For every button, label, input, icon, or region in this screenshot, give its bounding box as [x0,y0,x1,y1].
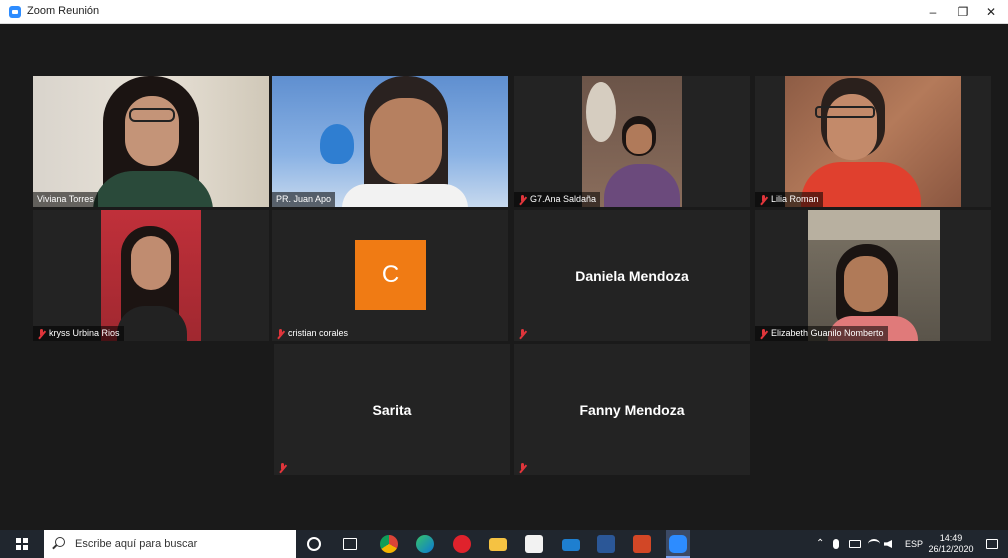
muted-microphone-icon [759,328,768,339]
zoom-taskbar-button[interactable] [666,530,690,558]
name-tag: kryss Urbina Rios [33,326,124,341]
edge-icon[interactable] [416,535,434,553]
name-tag: cristian corales [272,326,352,341]
taskbar: Escribe aquí para buscar ⌃ ESP 14:49 26/… [0,530,1008,558]
wifi-icon[interactable] [868,539,880,549]
clock-date: 26/12/2020 [928,544,974,554]
gallery-view: Viviana Torres PR. Juan Apo G7.Ana Salda… [0,24,1008,530]
opera-icon[interactable] [453,535,471,553]
participant-tile-lilia[interactable]: Lilia Roman [755,76,991,207]
participant-name: kryss Urbina Rios [49,328,120,338]
name-tag [514,460,531,475]
muted-microphone-icon [518,328,527,339]
name-tag [514,326,531,341]
participant-video [808,210,940,341]
muted-microphone-icon [759,194,768,205]
participant-tile-daniela[interactable]: Daniela Mendoza [514,210,750,341]
search-icon [55,537,65,547]
participant-video [272,76,508,207]
participant-display-name: Sarita [372,402,412,418]
file-explorer-icon[interactable] [489,538,507,551]
search-placeholder: Escribe aquí para buscar [75,538,198,550]
participant-name: Viviana Torres [37,194,94,204]
muted-microphone-icon [276,328,285,339]
title-bar: Zoom Reunión – ❐ ✕ [0,0,1008,24]
muted-microphone-icon [37,328,46,339]
microphone-icon[interactable] [833,539,839,549]
name-tag: Elizabeth Guanilo Nomberto [755,326,888,341]
participant-tile-kryss[interactable]: kryss Urbina Rios [33,210,269,341]
chrome-icon[interactable] [380,535,398,553]
muted-microphone-icon [518,462,527,473]
participant-tile-elizabeth[interactable]: Elizabeth Guanilo Nomberto [755,210,991,341]
name-tag [274,460,291,475]
name-tag: PR. Juan Apo [272,192,336,207]
window-title: Zoom Reunión [27,5,100,17]
zoom-icon [669,535,687,553]
word-icon[interactable] [597,535,615,553]
participant-tile-ana[interactable]: G7.Ana Saldaña [514,76,750,207]
powerpoint-icon[interactable] [633,535,651,553]
muted-microphone-icon [518,194,527,205]
participant-video [582,76,682,207]
taskbar-search[interactable]: Escribe aquí para buscar [44,530,296,558]
muted-microphone-icon [278,462,287,473]
participant-name: cristian corales [288,328,349,338]
participant-display-name: Fanny Mendoza [579,402,685,418]
show-hidden-icons-chevron-up-icon[interactable]: ⌃ [816,530,824,558]
volume-icon[interactable] [884,540,892,548]
name-tag: Lilia Roman [755,192,823,207]
participant-tile-juan[interactable]: PR. Juan Apo [272,76,508,207]
task-view-icon[interactable] [343,538,357,550]
start-button[interactable] [0,530,44,558]
participant-avatar: C [355,240,426,310]
participant-tile-fanny[interactable]: Fanny Mendoza [514,344,750,475]
store-icon[interactable] [525,535,543,553]
input-language[interactable]: ESP [905,530,923,558]
clock-time: 14:49 [939,533,963,543]
cortana-icon[interactable] [307,537,321,551]
maximize-button[interactable]: ❐ [948,2,978,22]
participant-tile-viviana[interactable]: Viviana Torres [33,76,269,207]
participant-display-name: Daniela Mendoza [575,268,689,284]
participant-name: PR. Juan Apo [276,194,332,204]
participant-tile-sarita[interactable]: Sarita [274,344,510,475]
minimize-button[interactable]: – [918,2,948,22]
participant-name: Lilia Roman [771,194,819,204]
participant-video [101,210,201,341]
close-button[interactable]: ✕ [976,2,1006,22]
system-clock[interactable]: 14:49 26/12/2020 [928,533,974,555]
name-tag: G7.Ana Saldaña [514,192,601,207]
participant-name: Elizabeth Guanilo Nomberto [771,328,884,338]
participant-tile-cristian[interactable]: C cristian corales [272,210,508,341]
participant-name: G7.Ana Saldaña [530,194,597,204]
zoom-app-icon [9,6,21,18]
battery-icon[interactable] [849,540,861,548]
notifications-icon[interactable] [986,539,998,549]
participant-video [33,76,269,207]
participant-video [785,76,961,207]
mail-icon[interactable] [562,539,580,551]
name-tag: Viviana Torres [33,192,98,207]
